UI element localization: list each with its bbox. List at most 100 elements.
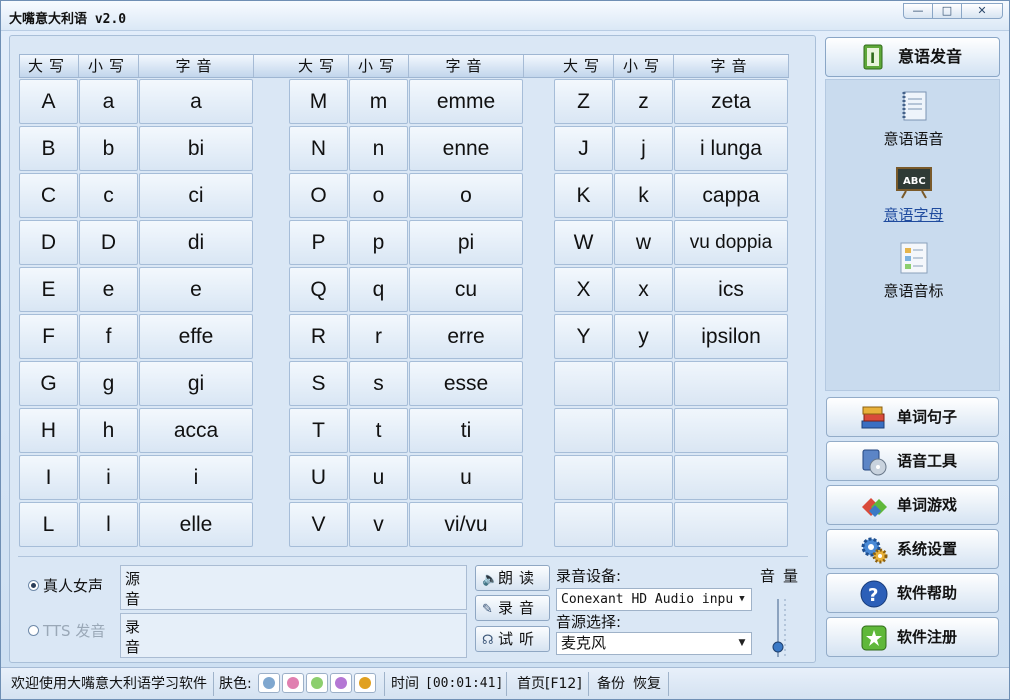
record-button[interactable]: ✎ 录音: [475, 595, 550, 621]
letter-upper-cell[interactable]: H: [19, 408, 78, 453]
skin-swatch-button[interactable]: [330, 673, 352, 693]
maximize-button[interactable]: □: [932, 3, 962, 19]
letter-upper-cell[interactable]: A: [19, 79, 78, 124]
device-select[interactable]: Conexant HD Audio input ▼: [556, 588, 752, 611]
letter-lower-cell[interactable]: r: [349, 314, 408, 359]
letter-sound-cell[interactable]: ci: [139, 173, 253, 218]
letter-lower-cell[interactable]: n: [349, 126, 408, 171]
nav-software-register[interactable]: 软件注册: [826, 617, 999, 657]
letter-lower-cell[interactable]: s: [349, 361, 408, 406]
letter-lower-cell[interactable]: o: [349, 173, 408, 218]
letter-sound-cell[interactable]: o: [409, 173, 523, 218]
letter-upper-cell[interactable]: M: [289, 79, 348, 124]
nav-system-settings[interactable]: 系统设置: [826, 529, 999, 569]
letter-sound-cell[interactable]: di: [139, 220, 253, 265]
nav-word-games[interactable]: 单词游戏: [826, 485, 999, 525]
letter-upper-cell[interactable]: [554, 455, 613, 500]
letter-sound-cell[interactable]: [674, 408, 788, 453]
letter-sound-cell[interactable]: a: [139, 79, 253, 124]
letter-lower-cell[interactable]: q: [349, 267, 408, 312]
letter-lower-cell[interactable]: f: [79, 314, 138, 359]
letter-upper-cell[interactable]: O: [289, 173, 348, 218]
letter-upper-cell[interactable]: Q: [289, 267, 348, 312]
letter-sound-cell[interactable]: zeta: [674, 79, 788, 124]
letter-sound-cell[interactable]: acca: [139, 408, 253, 453]
letter-upper-cell[interactable]: N: [289, 126, 348, 171]
source-text-box[interactable]: 源音: [120, 565, 467, 610]
letter-upper-cell[interactable]: L: [19, 502, 78, 547]
letter-lower-cell[interactable]: p: [349, 220, 408, 265]
letter-lower-cell[interactable]: j: [614, 126, 673, 171]
letter-upper-cell[interactable]: [554, 408, 613, 453]
letter-sound-cell[interactable]: ipsilon: [674, 314, 788, 359]
letter-upper-cell[interactable]: V: [289, 502, 348, 547]
letter-lower-cell[interactable]: [614, 455, 673, 500]
letter-upper-cell[interactable]: T: [289, 408, 348, 453]
letter-upper-cell[interactable]: [554, 361, 613, 406]
letter-sound-cell[interactable]: gi: [139, 361, 253, 406]
backup-link[interactable]: 备份: [597, 673, 625, 695]
letter-upper-cell[interactable]: Y: [554, 314, 613, 359]
letter-lower-cell[interactable]: a: [79, 79, 138, 124]
listen-button[interactable]: ☊ 试听: [475, 626, 550, 652]
letter-lower-cell[interactable]: m: [349, 79, 408, 124]
letter-upper-cell[interactable]: B: [19, 126, 78, 171]
letter-lower-cell[interactable]: h: [79, 408, 138, 453]
letter-upper-cell[interactable]: [554, 502, 613, 547]
volume-slider[interactable]: [765, 595, 791, 659]
letter-sound-cell[interactable]: pi: [409, 220, 523, 265]
sub-item-italian-ipa[interactable]: 意语音标: [826, 240, 1001, 301]
letter-lower-cell[interactable]: z: [614, 79, 673, 124]
tts-radio[interactable]: TTS 发音: [28, 620, 105, 641]
letter-upper-cell[interactable]: G: [19, 361, 78, 406]
letter-lower-cell[interactable]: y: [614, 314, 673, 359]
letter-sound-cell[interactable]: erre: [409, 314, 523, 359]
letter-lower-cell[interactable]: e: [79, 267, 138, 312]
letter-upper-cell[interactable]: E: [19, 267, 78, 312]
nav-words-sentences[interactable]: 单词句子: [826, 397, 999, 437]
letter-upper-cell[interactable]: U: [289, 455, 348, 500]
skin-swatch-button[interactable]: [282, 673, 304, 693]
letter-sound-cell[interactable]: effe: [139, 314, 253, 359]
letter-sound-cell[interactable]: ics: [674, 267, 788, 312]
letter-upper-cell[interactable]: X: [554, 267, 613, 312]
letter-sound-cell[interactable]: elle: [139, 502, 253, 547]
letter-sound-cell[interactable]: enne: [409, 126, 523, 171]
real-voice-radio[interactable]: 真人女声: [28, 575, 103, 596]
letter-upper-cell[interactable]: P: [289, 220, 348, 265]
letter-upper-cell[interactable]: C: [19, 173, 78, 218]
letter-sound-cell[interactable]: cu: [409, 267, 523, 312]
sub-item-italian-alphabet[interactable]: ABC 意语字母: [826, 164, 1001, 225]
minimize-button[interactable]: —: [903, 3, 933, 19]
letter-sound-cell[interactable]: i lunga: [674, 126, 788, 171]
letter-sound-cell[interactable]: [674, 502, 788, 547]
home-link[interactable]: 首页[F12]: [517, 673, 582, 695]
source-select[interactable]: 麦克风 ▼: [556, 632, 752, 655]
skin-swatch-button[interactable]: [258, 673, 280, 693]
letter-upper-cell[interactable]: K: [554, 173, 613, 218]
letter-lower-cell[interactable]: [614, 361, 673, 406]
sub-item-italian-phonetics[interactable]: 意语语音: [826, 88, 1001, 149]
letter-lower-cell[interactable]: x: [614, 267, 673, 312]
letter-lower-cell[interactable]: [614, 502, 673, 547]
letter-sound-cell[interactable]: [674, 361, 788, 406]
letter-upper-cell[interactable]: J: [554, 126, 613, 171]
letter-lower-cell[interactable]: i: [79, 455, 138, 500]
letter-sound-cell[interactable]: emme: [409, 79, 523, 124]
letter-sound-cell[interactable]: e: [139, 267, 253, 312]
letter-upper-cell[interactable]: I: [19, 455, 78, 500]
pronunciation-header[interactable]: I 意语发音: [825, 37, 1000, 77]
restore-link[interactable]: 恢复: [633, 673, 661, 695]
letter-sound-cell[interactable]: i: [139, 455, 253, 500]
letter-sound-cell[interactable]: u: [409, 455, 523, 500]
letter-upper-cell[interactable]: R: [289, 314, 348, 359]
skin-swatch-button[interactable]: [354, 673, 376, 693]
letter-sound-cell[interactable]: cappa: [674, 173, 788, 218]
letter-upper-cell[interactable]: Z: [554, 79, 613, 124]
letter-sound-cell[interactable]: vi/vu: [409, 502, 523, 547]
letter-lower-cell[interactable]: k: [614, 173, 673, 218]
letter-lower-cell[interactable]: t: [349, 408, 408, 453]
letter-upper-cell[interactable]: W: [554, 220, 613, 265]
letter-sound-cell[interactable]: bi: [139, 126, 253, 171]
letter-upper-cell[interactable]: D: [19, 220, 78, 265]
